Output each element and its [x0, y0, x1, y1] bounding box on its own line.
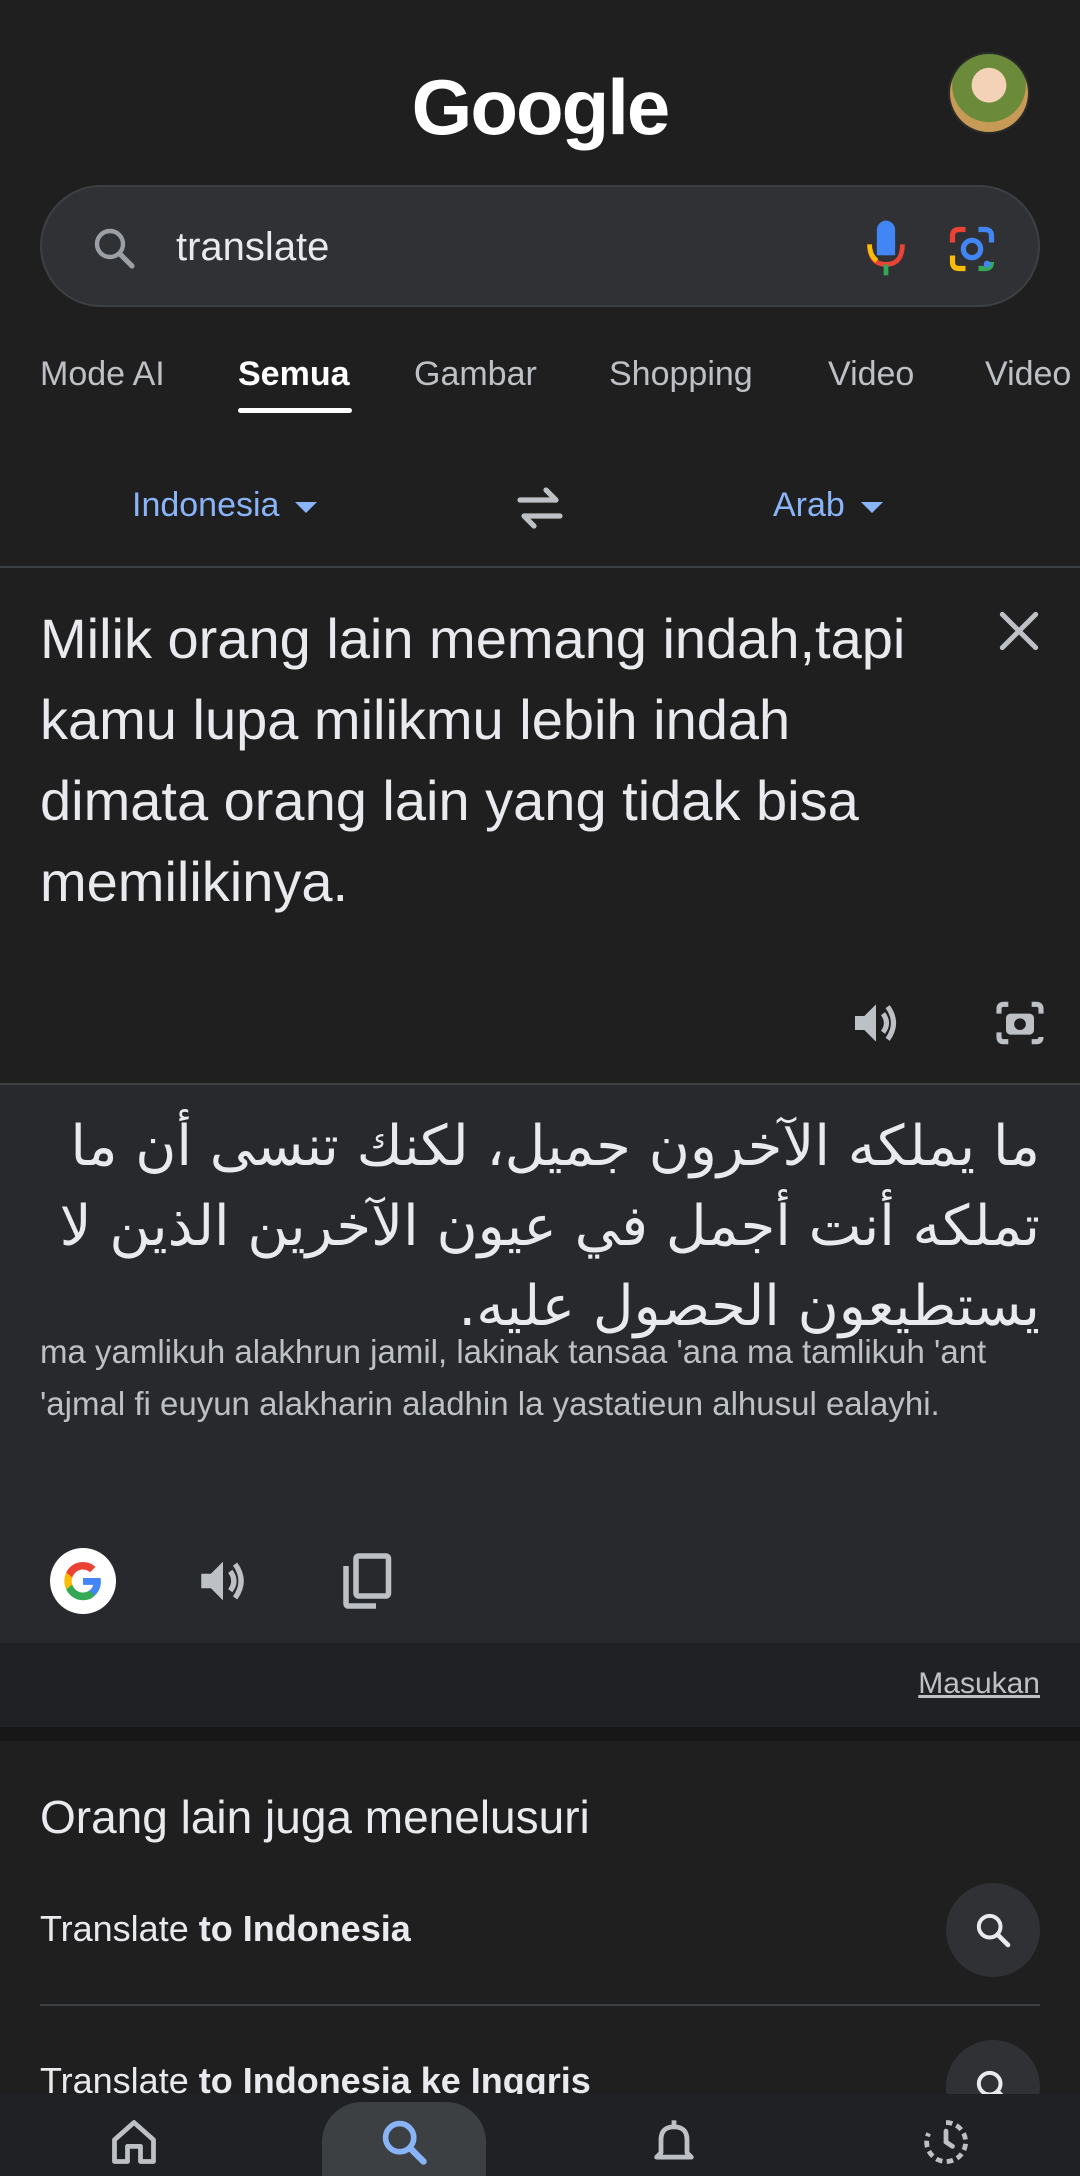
source-language-label: Indonesia [132, 486, 280, 524]
feedback-link[interactable]: Masukan [918, 1667, 1040, 1701]
google-search-page: Google translate Mode AI Semua Gambar Sh… [0, 0, 1080, 2176]
tab-gambar[interactable]: Gambar [414, 355, 537, 394]
bottom-navigation [0, 2094, 1080, 2176]
copy-icon[interactable] [336, 1550, 396, 1612]
close-icon[interactable] [994, 606, 1044, 656]
related-search-button[interactable] [946, 1883, 1040, 1977]
google-lens-icon[interactable] [946, 223, 998, 275]
search-bar[interactable]: translate [40, 185, 1040, 307]
search-input[interactable]: translate [176, 225, 329, 270]
divider [40, 2004, 1040, 2006]
swap-languages-icon[interactable] [512, 484, 568, 532]
related-search-bold: to Indonesia [198, 1908, 411, 1949]
google-logo: Google [411, 63, 671, 151]
mic-icon[interactable] [864, 217, 908, 279]
search-tabs: Mode AI Semua Gambar Shopping Video Vide… [0, 355, 1080, 425]
people-also-search-title: Orang lain juga menelusuri [40, 1791, 590, 1843]
active-tab-indicator [238, 408, 352, 413]
tab-mode-ai[interactable]: Mode AI [40, 355, 165, 394]
camera-icon[interactable] [992, 995, 1048, 1051]
divider [0, 566, 1080, 568]
related-search-prefix: Translate [40, 1908, 199, 1949]
related-search-item[interactable]: Translate to Indonesia [40, 1908, 411, 1950]
profile-avatar[interactable] [948, 52, 1030, 134]
notifications-icon[interactable] [648, 2116, 700, 2168]
source-language-select[interactable]: Indonesia [132, 486, 318, 525]
speaker-icon[interactable] [848, 995, 904, 1051]
section-separator [0, 1727, 1080, 1741]
tab-video-2[interactable]: Video [985, 355, 1071, 394]
chevron-down-icon [295, 501, 318, 513]
search-icon[interactable] [378, 2116, 430, 2168]
source-text-input[interactable]: Milik orang lain memang indah,tapi kamu … [40, 598, 940, 922]
google-g-icon[interactable] [50, 1548, 116, 1614]
speaker-icon[interactable] [194, 1552, 252, 1610]
tab-semua[interactable]: Semua [238, 355, 350, 394]
translated-text: ما يملكه الآخرون جميل، لكنك تنسى أن ما ت… [59, 1114, 1040, 1339]
home-icon[interactable] [108, 2116, 160, 2168]
search-icon [976, 1913, 1011, 1948]
target-language-label: Arab [773, 486, 845, 524]
google-g-logo-icon [64, 1562, 101, 1601]
search-icon [94, 228, 135, 269]
activity-icon[interactable] [920, 2116, 972, 2168]
chevron-down-icon [860, 501, 883, 513]
target-language-select[interactable]: Arab [773, 486, 883, 525]
tab-video[interactable]: Video [828, 355, 914, 394]
transliteration-text: ma yamlikuh alakhrun jamil, lakinak tans… [40, 1333, 987, 1422]
tab-shopping[interactable]: Shopping [609, 355, 753, 394]
language-selector: Indonesia Arab [0, 476, 1080, 546]
